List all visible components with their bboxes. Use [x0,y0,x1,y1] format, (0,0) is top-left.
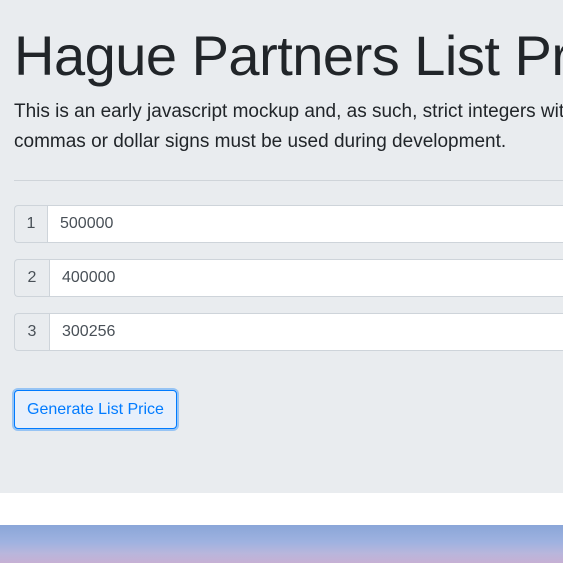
price-input-index-3: 3 [14,313,49,351]
price-input-3[interactable] [49,313,563,351]
page-description: This is an early javascript mockup and, … [14,101,563,152]
price-input-group-1: 1 [14,205,563,243]
price-input-2[interactable] [49,259,563,297]
divider [14,180,563,181]
page-title: Hague Partners List Price Generator [14,24,563,87]
jumbotron: Hague Partners List Price Generator This… [0,0,563,493]
price-input-1[interactable] [47,205,563,243]
generate-list-price-button[interactable]: Generate List Price [14,390,177,429]
price-input-group-3: 3 [14,313,563,351]
price-input-index-1: 1 [14,205,47,243]
background-image-banner [0,525,563,563]
price-input-group-2: 2 [14,259,563,297]
price-input-index-2: 2 [14,259,49,297]
